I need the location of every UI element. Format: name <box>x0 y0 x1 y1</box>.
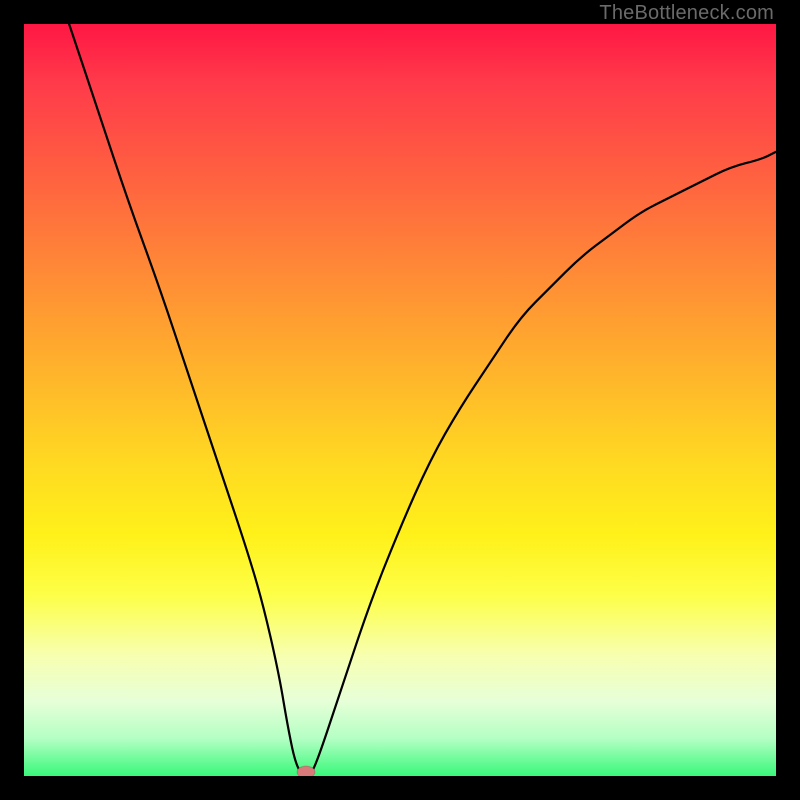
curve-svg <box>24 24 776 776</box>
chart-frame: TheBottleneck.com <box>0 0 800 800</box>
min-marker <box>297 766 315 776</box>
plot-area <box>24 24 776 776</box>
watermark-text: TheBottleneck.com <box>599 2 774 25</box>
bottleneck-curve <box>69 24 776 776</box>
